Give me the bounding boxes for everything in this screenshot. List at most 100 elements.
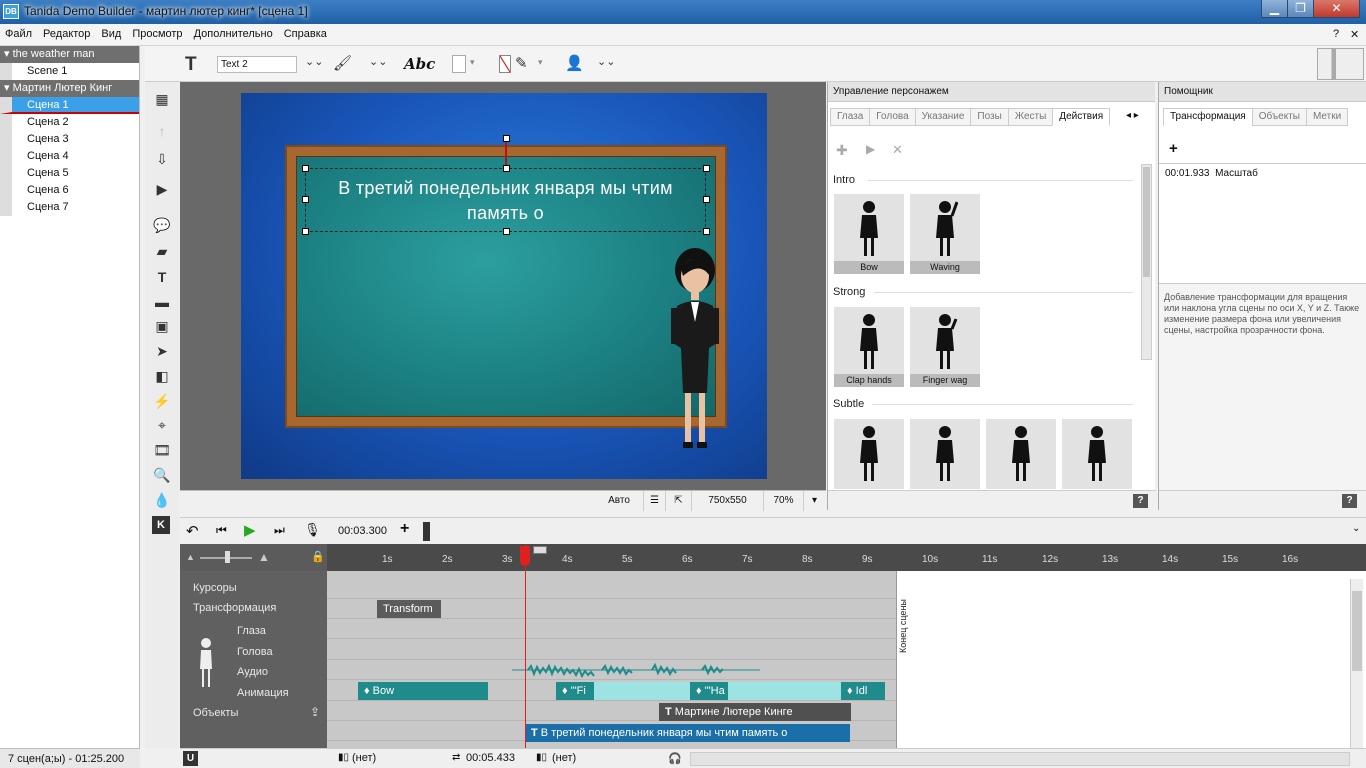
resize-handle[interactable] [703,228,710,235]
gesture-finger-wag[interactable]: Finger wag [910,307,980,387]
tab-transformation[interactable]: Трансформация [1163,108,1253,126]
tab-poses[interactable]: Позы [970,108,1009,126]
align-icon[interactable]: ☰ [643,491,665,511]
audio-waveform[interactable] [512,662,760,678]
headphones-icon[interactable]: 🎧 [668,752,682,765]
grid-icon[interactable]: ▦ [152,90,172,108]
cursor-icon[interactable]: ➤ [152,342,172,360]
chevron-down-icon[interactable]: ▾ [470,57,475,68]
add-icon[interactable]: + [1169,140,1178,157]
menu-editor[interactable]: Редактор [38,24,96,40]
animation-clip-tail[interactable] [594,682,690,700]
chevron-down-icon[interactable]: ⌄⌄ [305,55,323,68]
menu-help[interactable]: Справка [279,24,333,40]
hotspot-icon[interactable]: ⌖ [152,416,172,434]
upload-icon[interactable]: ⇪ [310,705,320,719]
rotate-handle[interactable] [503,135,510,142]
scene-item[interactable]: Сцена 4 [0,148,139,165]
left-audio-select[interactable]: (нет) [352,752,376,764]
rewind-icon[interactable]: ⏮ [216,523,227,538]
chevron-down-icon[interactable]: ⌄⌄ [369,55,387,68]
menu-preview[interactable]: Просмотр [127,24,188,40]
gesture-bow[interactable]: Bow [834,194,904,274]
resize-handle[interactable] [302,228,309,235]
image-icon[interactable]: ▣ [152,317,172,335]
help-button[interactable]: ? [1133,494,1148,508]
close-button[interactable]: ✕ [1313,0,1360,18]
marker-handle[interactable] [423,522,430,541]
zoom-dropdown-icon[interactable]: ▾ [803,491,825,511]
text-tool-icon[interactable]: T [185,54,197,76]
delete-action-icon[interactable]: ✕ [892,142,903,158]
horizontal-scrollbar[interactable] [690,752,1350,766]
forward-icon[interactable]: ⏭ [274,523,285,538]
note-icon[interactable]: ▰ [152,242,172,260]
project-header[interactable]: ▾ Мартин Лютер Кинг [0,80,139,97]
maximize-button[interactable]: ❐ [1287,0,1314,18]
resize-handle[interactable] [302,165,309,172]
menu-extra[interactable]: Дополнительно [189,24,279,40]
minimize-button[interactable]: ▁ [1261,0,1288,18]
character-teacher[interactable] [661,248,731,458]
add-action-icon[interactable]: ✚ [836,142,848,159]
zoom-level[interactable]: 70% [763,491,803,511]
scene-item[interactable]: Сцена 3 [0,131,139,148]
tab-markers[interactable]: Метки [1305,108,1349,126]
fit-mode[interactable]: Авто [595,491,643,511]
scrollbar[interactable] [1141,164,1152,360]
undo-icon[interactable]: ↶ [186,522,199,540]
time-ruler[interactable]: 1s 2s 3s 4s 5s 6s 7s 8s 9s 10s 11s 12s 13s 14s 15s 16s [327,544,1366,579]
tab-pointing[interactable]: Указание [914,108,972,126]
animation-clip-tail[interactable] [728,682,841,700]
k-icon[interactable]: K [152,516,170,534]
move-up-icon[interactable]: ↑ [152,122,172,140]
menu-view[interactable]: Вид [96,24,127,40]
button-icon[interactable]: ◧ [152,367,172,385]
transform-entry[interactable]: 00:01.933 Масштаб [1165,168,1258,179]
track-area[interactable]: Transform ♦ Bow ♦ '"Fi ♦ '"Ha ♦ Idl T Ма… [327,571,896,748]
object-clip-selected[interactable]: T В третий понедельник января мы чтим па… [525,724,850,742]
paint-brush-icon[interactable]: 🖌 [333,54,352,72]
animation-clip[interactable]: ♦ Bow [358,682,488,700]
flash-icon[interactable]: ⚡ [152,392,172,410]
move-down-icon[interactable]: ⇩ [152,150,172,168]
text-icon[interactable]: T [152,268,172,286]
resize-handle[interactable] [703,196,710,203]
right-audio-select[interactable]: (нет) [552,752,576,764]
add-marker-icon[interactable]: + [400,520,409,538]
scrollbar[interactable] [1350,579,1363,748]
zoom-icon[interactable]: 🔍 [152,466,172,484]
line-color-swatch[interactable] [499,55,511,73]
menu-file[interactable]: Файл [0,24,38,40]
slide-text-box[interactable]: В третий понедельник января мы чтим памя… [305,168,706,232]
scene-item[interactable]: Сцена 6 [0,182,139,199]
zoom-slider-thumb[interactable] [225,551,230,563]
scene-item[interactable]: Сцена 5 [0,165,139,182]
gesture-subtle[interactable] [986,419,1056,489]
callout-icon[interactable]: 💬 [152,216,172,234]
collapse-icon[interactable]: ⌄ [1352,523,1360,534]
resize-handle[interactable] [503,165,510,172]
drop-icon[interactable]: 💧 [152,491,172,509]
magnet-icon[interactable]: U [183,751,198,766]
close-doc-icon[interactable]: ✕ [1350,28,1359,41]
lock-icon[interactable]: 🔒 [311,550,325,563]
layout-preview-icon[interactable] [1317,48,1364,80]
object-clip[interactable]: T Мартине Лютере Кинге [659,703,851,721]
scene-item-selected[interactable]: Сцена 1 [0,97,139,114]
tab-objects[interactable]: Объекты [1251,108,1307,126]
transform-clip[interactable]: Transform [377,600,441,618]
animation-clip[interactable]: ♦ '"Ha [690,682,728,700]
resize-handle[interactable] [503,228,510,235]
text-name-input[interactable]: Text 2 [217,56,297,73]
gesture-subtle[interactable] [1062,419,1132,489]
fill-color-swatch[interactable] [452,55,466,73]
help-icon[interactable]: ? [1333,28,1339,40]
play-action-icon[interactable]: ▶ [866,142,875,156]
scene-item[interactable]: Сцена 2 [0,114,139,131]
slide-canvas[interactable]: В третий понедельник января мы чтим памя… [241,93,767,479]
pen-icon[interactable]: ✎ [515,54,528,72]
microphone-icon[interactable]: 🎙 [304,522,321,538]
playhead-handle[interactable] [520,546,530,566]
tab-scroll-icon[interactable]: ◂ ▸ [1126,110,1139,121]
